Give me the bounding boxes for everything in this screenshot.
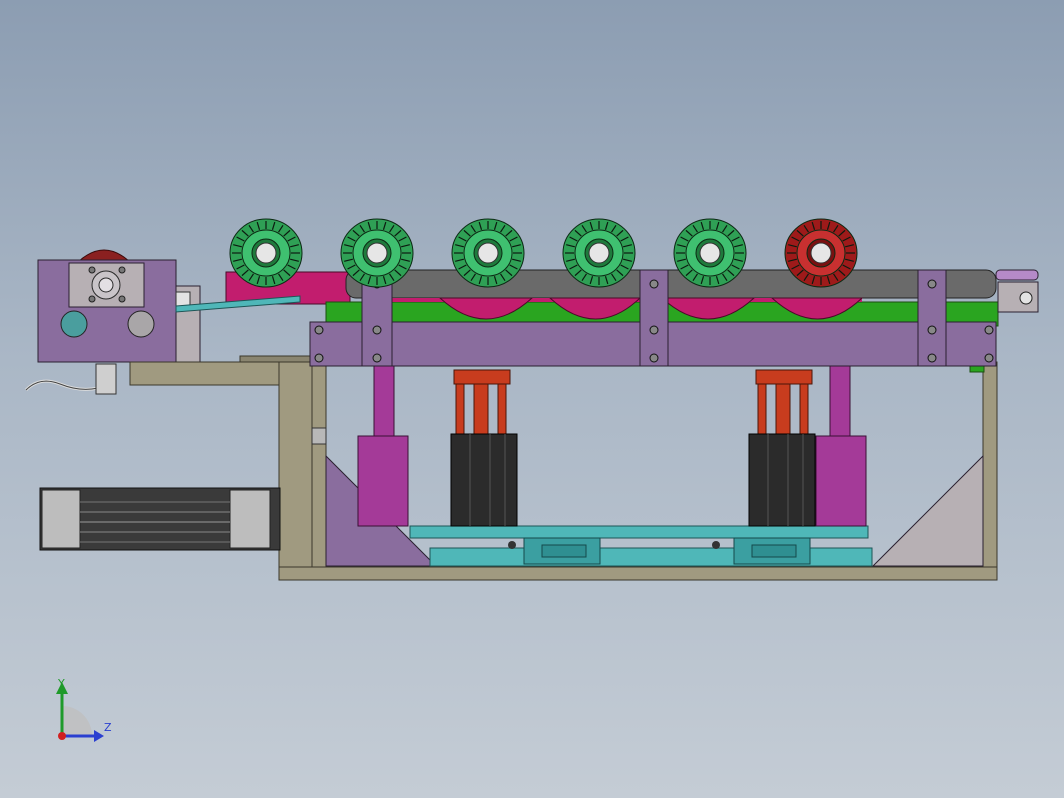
left-cylinder-unit xyxy=(450,369,518,527)
roller-6 xyxy=(784,218,858,288)
assembly-model[interactable] xyxy=(0,0,1064,798)
screw xyxy=(118,266,126,274)
z-axis-label: Z xyxy=(104,721,112,734)
grey-button xyxy=(127,310,155,338)
x-axis-dot xyxy=(58,732,66,740)
linear-slide xyxy=(409,525,873,567)
roller-2 xyxy=(340,218,414,288)
right-cylinder-unit xyxy=(748,369,816,527)
roller-4 xyxy=(562,218,636,288)
fitting xyxy=(175,291,191,307)
screw xyxy=(118,295,126,303)
cable-connector xyxy=(95,363,117,395)
y-axis-label: Y xyxy=(58,677,65,690)
screw xyxy=(88,266,96,274)
cad-viewport[interactable]: Y Z xyxy=(0,0,1064,798)
coordinate-triad xyxy=(56,682,104,742)
left-lift-column xyxy=(357,365,409,527)
right-gusset xyxy=(871,454,984,567)
right-lift-column xyxy=(815,365,867,527)
roller-3 xyxy=(451,218,525,288)
teal-button xyxy=(60,310,88,338)
roller-1 xyxy=(229,218,303,288)
bearing-bore xyxy=(98,277,114,293)
servo-motor xyxy=(39,487,281,551)
roller-5 xyxy=(673,218,747,288)
screw xyxy=(88,295,96,303)
